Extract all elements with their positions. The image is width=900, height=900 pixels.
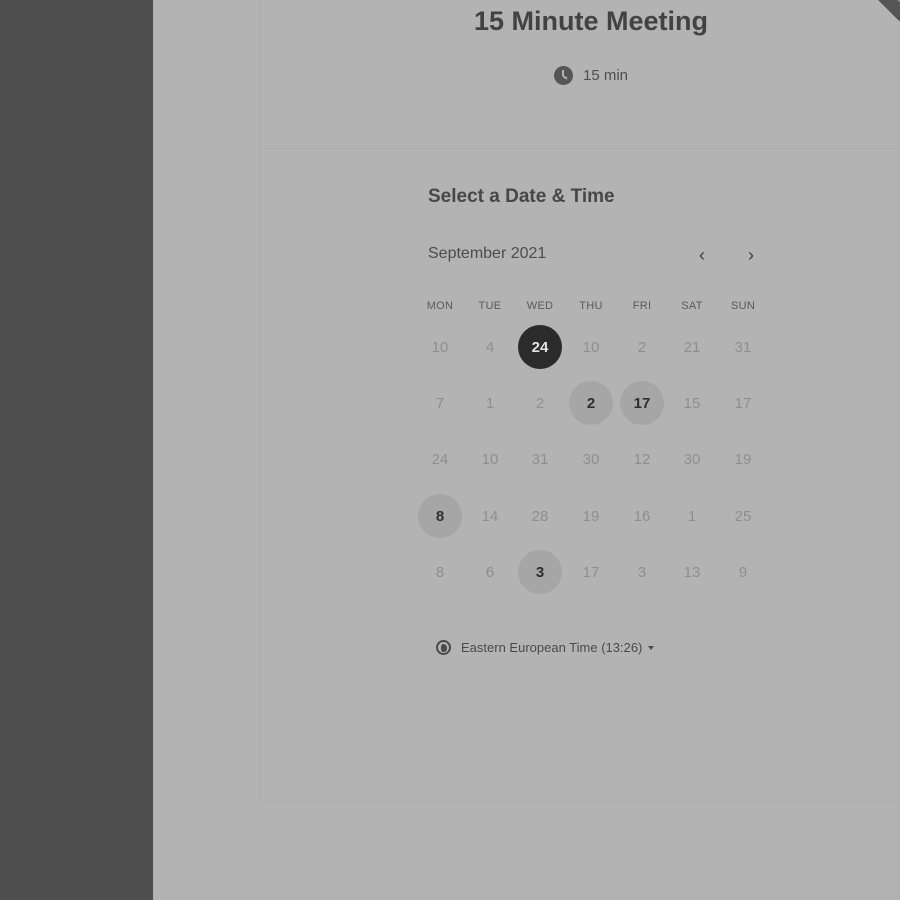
- calendar-day: 14: [481, 507, 499, 525]
- calendar-day: 10: [431, 338, 449, 356]
- available-date[interactable]: 8: [418, 494, 462, 538]
- calendar-day: 16: [633, 507, 651, 525]
- calendar-day: 1: [485, 394, 495, 412]
- calendar-day: 24: [431, 450, 449, 468]
- calendar-day: 31: [734, 338, 752, 356]
- weekday-header: TUE: [478, 300, 502, 312]
- calendar-day: 17: [582, 563, 600, 581]
- calendar-day: 7: [435, 394, 445, 412]
- timezone-label: Eastern European Time (13:26): [461, 640, 643, 655]
- calendar-day: 19: [582, 507, 600, 525]
- calendar-day: 15: [683, 394, 701, 412]
- globe-icon: [436, 640, 451, 655]
- calendar-day: 10: [481, 450, 499, 468]
- weekday-header: FRI: [632, 300, 652, 312]
- calendar-day: 25: [734, 507, 752, 525]
- calendar-day: 30: [582, 450, 600, 468]
- prev-month-button[interactable]: ‹: [690, 243, 714, 267]
- weekday-header: MON: [426, 300, 454, 312]
- card-divider: [262, 148, 900, 149]
- calendar-day: 12: [633, 450, 651, 468]
- chevron-right-icon: ›: [748, 244, 754, 265]
- calendar-day: 1: [687, 507, 697, 525]
- weekday-header: THU: [579, 300, 603, 312]
- calendar-day: 2: [535, 394, 545, 412]
- calendar-day: 28: [531, 507, 549, 525]
- calendar-day: 9: [738, 563, 748, 581]
- weekday-header: SUN: [730, 300, 756, 312]
- select-date-heading: Select a Date & Time: [428, 186, 615, 207]
- calendar-day: 6: [485, 563, 495, 581]
- left-panel: [0, 0, 153, 900]
- calendar-day: 19: [734, 450, 752, 468]
- available-date[interactable]: 17: [620, 381, 664, 425]
- next-month-button[interactable]: ›: [739, 243, 763, 267]
- selected-date[interactable]: 24: [518, 325, 562, 369]
- event-duration: 15 min: [554, 66, 628, 85]
- caret-down-icon: [648, 645, 655, 650]
- event-title: 15 Minute Meeting: [473, 6, 709, 36]
- weekday-header: WED: [526, 300, 554, 312]
- calendar-day: 8: [435, 563, 445, 581]
- clock-icon: [554, 66, 573, 85]
- weekday-header: SAT: [681, 300, 703, 312]
- calendar-day: 10: [582, 338, 600, 356]
- calendar-day: 13: [683, 563, 701, 581]
- chevron-left-icon: ‹: [699, 244, 705, 265]
- calendar-day: 21: [683, 338, 701, 356]
- calendar-day: 2: [637, 338, 647, 356]
- calendar-day: 3: [637, 563, 647, 581]
- calendar-day: 31: [531, 450, 549, 468]
- timezone-selector[interactable]: Eastern European Time (13:26): [436, 640, 655, 655]
- calendar-day: 17: [734, 394, 752, 412]
- calendar-day: 30: [683, 450, 701, 468]
- available-date[interactable]: 3: [518, 550, 562, 594]
- month-label: September 2021: [428, 245, 547, 262]
- duration-label: 15 min: [583, 67, 629, 84]
- calendar-day: 4: [485, 338, 495, 356]
- available-date[interactable]: 2: [569, 381, 613, 425]
